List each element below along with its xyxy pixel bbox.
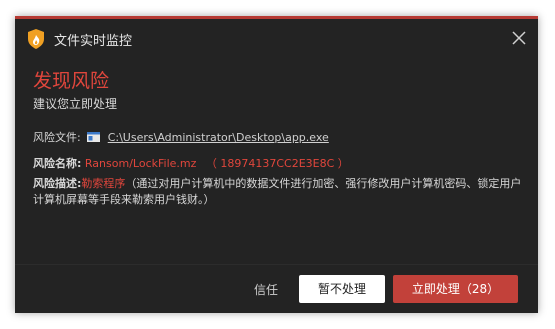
risk-file-label: 风险文件: (33, 131, 81, 144)
shield-flame-icon (27, 29, 45, 49)
risk-file-row: 风险文件: C:\Users\Administrator\Desktop\app… (33, 129, 329, 145)
risk-description: 风险描述:勒索程序（通过对用户计算机中的数据文件进行加密、强行修改用户计算机密码… (33, 176, 523, 208)
risk-desc-type: 勒索程序 (81, 177, 126, 190)
risk-file-path-link[interactable]: C:\Users\Administrator\Desktop\app.exe (108, 131, 329, 144)
close-icon[interactable] (510, 29, 528, 47)
ignore-button[interactable]: 暂不处理 (299, 275, 385, 303)
trust-link[interactable]: 信任 (254, 281, 278, 298)
alert-subtext: 建议您立即处理 (33, 97, 118, 111)
risk-id-value: （ 18974137CC2E3E8C ） (205, 157, 349, 170)
risk-desc-label: 风险描述: (33, 177, 82, 190)
risk-name-value: Ransom/LockFile.mz (84, 157, 197, 170)
handle-now-button[interactable]: 立即处理（28） (393, 275, 518, 303)
window-title: 文件实时监控 (54, 34, 133, 49)
risk-name-label: 风险名称: (33, 157, 82, 170)
footer-divider (15, 264, 538, 265)
risk-name-row: 风险名称: Ransom/LockFile.mz （ 18974137CC2E3… (33, 155, 349, 171)
alert-dialog: 文件实时监控 发现风险 建议您立即处理 风险文件: C:\Users\Admin… (15, 16, 538, 313)
window-file-icon (87, 132, 101, 142)
title-bar: 文件实时监控 (15, 19, 538, 59)
alert-headline: 发现风险 (33, 70, 110, 92)
